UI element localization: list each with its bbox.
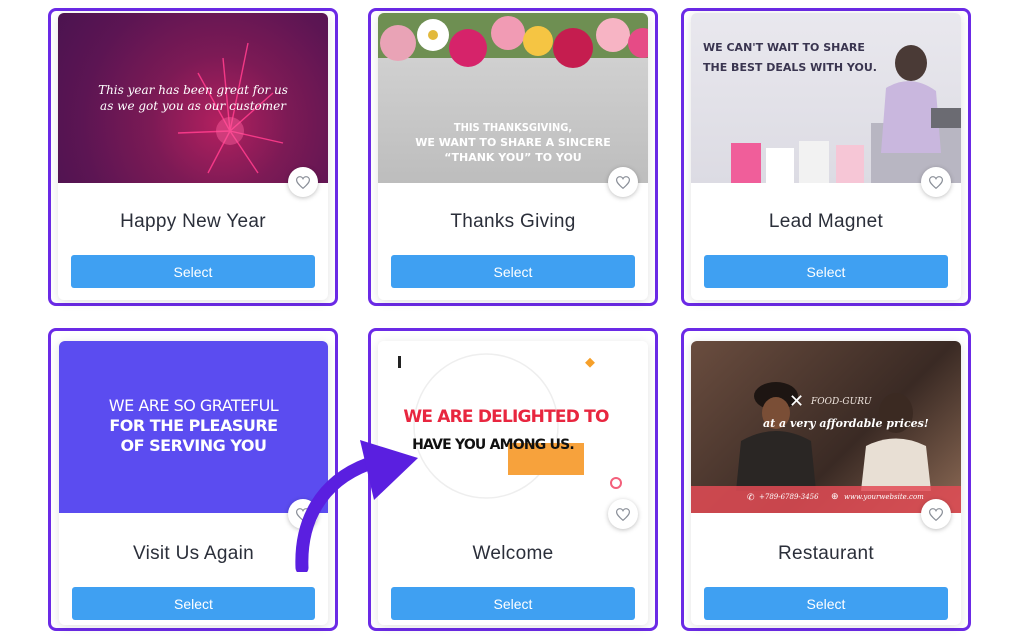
favorite-button[interactable] [608,167,638,197]
brand-name: FOOD-GURU [811,397,872,407]
select-button[interactable]: Select [704,587,948,620]
globe-icon: ⊕ [831,491,839,501]
template-card-thanks-giving[interactable]: THIS THANKSGIVING, WE WANT TO SHARE A SI… [368,8,658,306]
template-title: Visit Us Again [132,543,255,564]
favorite-button[interactable] [921,499,951,529]
image-caption-line3: “THANK YOU” TO YOU [444,151,582,164]
tagline: at a very affordable prices! [763,417,929,430]
website-url: www.yourwebsite.com [844,493,924,501]
fork-knife-icon: ✕ [789,391,805,411]
template-card-restaurant[interactable]: ✕ FOOD-GURU at a very affordable prices!… [681,328,971,631]
image-caption-line1: WE CAN'T WAIT TO SHARE [703,41,865,54]
image-caption-line1: This year has been great for us [98,83,288,97]
template-title: Happy New Year [120,211,266,232]
favorite-button[interactable] [288,167,318,197]
favorite-button[interactable] [608,499,638,529]
image-caption-line1: THIS THANKSGIVING, [453,121,573,134]
card-body: WE ARE SO GRATEFUL FOR THE PLEASURE OF S… [59,341,328,625]
image-caption-line3: OF SERVING YOU [120,436,267,455]
card-body: ✕ FOOD-GURU at a very affordable prices!… [691,341,961,625]
select-button[interactable]: Select [391,255,635,288]
shopping-woman-graphic [731,45,961,183]
select-button[interactable]: Select [704,255,948,288]
template-thumbnail[interactable]: THIS THANKSGIVING, WE WANT TO SHARE A SI… [378,13,648,183]
card-body: WE CAN'T WAIT TO SHARE THE BEST DEALS WI… [691,13,961,300]
template-title: Thanks Giving [450,211,576,232]
heart-icon [929,507,943,521]
favorite-button[interactable] [921,167,951,197]
template-title: Restaurant [778,543,874,564]
fireworks-graphic [177,42,284,174]
image-caption-line2: WE WANT TO SHARE A SINCERE [415,136,611,149]
image-caption-line2: FOR THE PLEASURE [109,416,278,435]
template-thumbnail[interactable]: This year has been great for us as we go… [58,13,328,183]
heart-icon [616,507,630,521]
image-caption-line2: THE BEST DEALS WITH YOU. [703,61,877,74]
select-button[interactable]: Select [391,587,635,620]
template-thumbnail[interactable]: WE ARE SO GRATEFUL FOR THE PLEASURE OF S… [59,341,328,513]
card-body: This year has been great for us as we go… [58,13,328,300]
template-card-happy-new-year[interactable]: This year has been great for us as we go… [48,8,338,306]
card-body: THIS THANKSGIVING, WE WANT TO SHARE A SI… [378,13,648,300]
phone-icon: ✆ [747,492,755,502]
template-card-lead-magnet[interactable]: WE CAN'T WAIT TO SHARE THE BEST DEALS WI… [681,8,971,306]
select-button[interactable]: Select [72,587,315,620]
image-caption-line1: WE ARE DELIGHTED TO [403,407,609,427]
curved-arrow-icon [295,440,418,572]
template-thumbnail[interactable]: ✕ FOOD-GURU at a very affordable prices!… [691,341,961,513]
heart-icon [296,175,310,189]
select-button[interactable]: Select [71,255,315,288]
image-caption-line1: WE ARE SO GRATEFUL [108,396,279,415]
template-thumbnail[interactable]: WE CAN'T WAIT TO SHARE THE BEST DEALS WI… [691,13,961,183]
phone-number: +789-6789-3456 [759,493,819,501]
template-title: Lead Magnet [768,211,884,232]
heart-icon [929,175,943,189]
image-caption-line2: as we got you as our customer [100,99,286,113]
heart-icon [616,175,630,189]
